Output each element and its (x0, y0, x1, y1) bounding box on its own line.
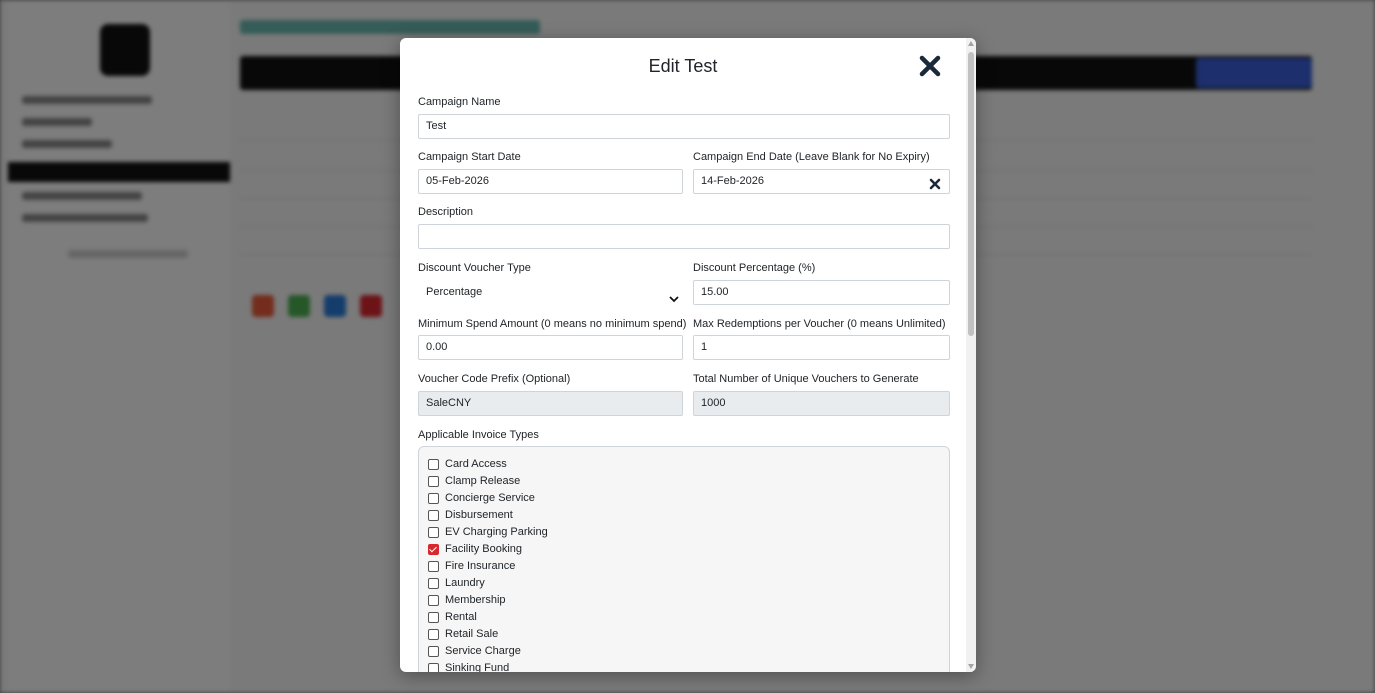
campaign-name-input[interactable]: Test (418, 114, 950, 139)
checkbox[interactable] (428, 595, 439, 606)
max-redemptions-label: Max Redemptions per Voucher (0 means Unl… (693, 318, 946, 330)
scroll-down-arrow[interactable] (968, 664, 974, 669)
modal-body: Edit Test Campaign Name Test Campaign St… (400, 38, 966, 672)
end-date-field[interactable]: 14-Feb-2026 (693, 169, 950, 194)
total-vouchers-label: Total Number of Unique Vouchers to Gener… (693, 373, 919, 385)
scrollbar-thumb[interactable] (968, 52, 974, 336)
checkbox[interactable] (428, 646, 439, 657)
checkbox[interactable] (428, 561, 439, 572)
voucher-type-select[interactable]: Percentage (418, 280, 688, 305)
checkbox[interactable] (428, 663, 439, 672)
end-date-label: Campaign End Date (Leave Blank for No Ex… (693, 151, 930, 163)
code-prefix-input: SaleCNY (418, 391, 683, 416)
checkbox-checked[interactable] (428, 544, 439, 555)
checkbox[interactable] (428, 476, 439, 487)
checkbox[interactable] (428, 527, 439, 538)
min-spend-input[interactable]: 0.00 (418, 335, 683, 360)
modal-title: Edit Test (648, 56, 718, 76)
description-label: Description (418, 206, 474, 218)
start-date-input[interactable]: 05-Feb-2026 (418, 169, 683, 194)
campaign-name-label: Campaign Name (418, 96, 501, 108)
start-date-label: Campaign Start Date (418, 151, 521, 163)
checkbox[interactable] (428, 493, 439, 504)
close-icon[interactable] (919, 55, 941, 77)
voucher-type-value: Percentage (426, 286, 483, 298)
voucher-type-label: Discount Voucher Type (418, 262, 531, 274)
end-date-value: 14-Feb-2026 (701, 175, 764, 187)
edit-campaign-modal: Edit Test Campaign Name Test Campaign St… (400, 38, 976, 672)
min-spend-label: Minimum Spend Amount (0 means no minimum… (418, 318, 687, 330)
checkbox[interactable] (428, 612, 439, 623)
total-vouchers-input: 1000 (693, 391, 950, 416)
invoice-types-list: Card Access Clamp Release Concierge Serv… (418, 446, 950, 672)
checkbox[interactable] (428, 578, 439, 589)
chevron-down-icon (669, 289, 679, 303)
checkbox[interactable] (428, 629, 439, 640)
scroll-up-arrow[interactable] (968, 41, 974, 46)
max-redemptions-input[interactable]: 1 (693, 335, 950, 360)
code-prefix-label: Voucher Code Prefix (Optional) (418, 373, 571, 385)
checkbox[interactable] (428, 510, 439, 521)
invoice-types-label: Applicable Invoice Types (418, 429, 539, 441)
modal-scrollbar[interactable] (966, 38, 976, 672)
checkbox[interactable] (428, 459, 439, 470)
description-input[interactable] (418, 224, 950, 249)
discount-pct-input[interactable]: 15.00 (693, 280, 950, 305)
clear-date-icon[interactable] (929, 176, 941, 190)
discount-pct-label: Discount Percentage (%) (693, 262, 816, 274)
